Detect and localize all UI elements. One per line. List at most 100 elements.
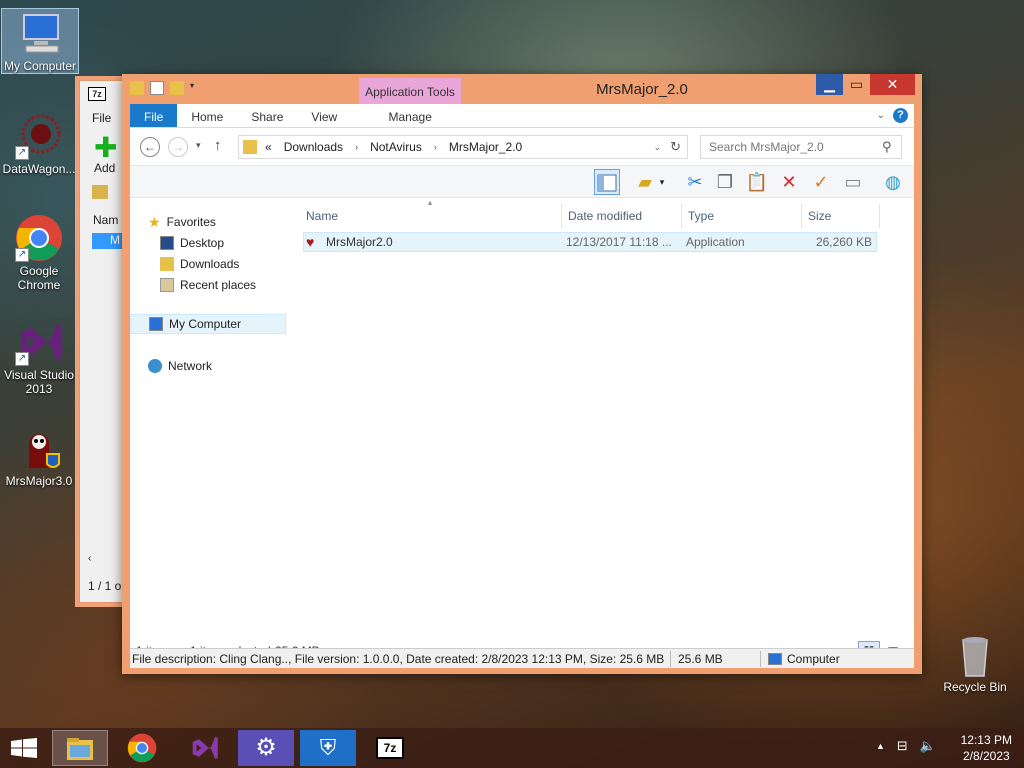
- gear-icon: ⚙: [255, 734, 277, 761]
- breadcrumb-notavirus[interactable]: NotAvirus: [370, 140, 422, 154]
- file-name: MrsMajor2.0: [326, 235, 393, 249]
- taskbar-7zip[interactable]: 7z: [362, 730, 418, 766]
- chevron-up-icon[interactable]: ▲: [876, 741, 885, 754]
- search-icon[interactable]: ⚲: [882, 139, 892, 155]
- desktop-icon-visual-studio[interactable]: ↗ Visual Studio 2013: [0, 318, 78, 396]
- column-header-type[interactable]: Type: [682, 204, 802, 228]
- desktop-icon-mrsmajor3[interactable]: MrsMajor3.0: [0, 424, 78, 488]
- address-bar[interactable]: « Downloads › NotAvirus › MrsMajor_2.0 ⌄…: [238, 135, 688, 159]
- desktop-icon-label: Visual Studio 2013: [4, 368, 74, 396]
- title-bar[interactable]: ▾ Application Tools MrsMajor_2.0 ▁ ▭ ✕: [122, 74, 922, 104]
- chevron-right-icon[interactable]: ›: [434, 142, 437, 152]
- taskbar-visual-studio[interactable]: [176, 730, 232, 766]
- info-location: Computer: [787, 652, 840, 666]
- breadcrumb-overflow[interactable]: «: [265, 140, 272, 154]
- desktop-icon: [160, 236, 174, 250]
- nav-item-favorites[interactable]: ★ Favorites: [148, 212, 216, 232]
- shortcut-arrow-icon: ↗: [15, 352, 29, 366]
- nav-item-desktop[interactable]: Desktop: [160, 233, 224, 253]
- column-header-date[interactable]: Date modified: [562, 204, 682, 228]
- taskbar-chrome[interactable]: [114, 730, 170, 766]
- nav-label: Network: [168, 359, 213, 373]
- refresh-icon[interactable]: ↻: [670, 139, 681, 155]
- tab-file[interactable]: File: [130, 104, 178, 127]
- tab-home[interactable]: Home: [177, 104, 237, 127]
- taskbar-file-explorer[interactable]: [52, 730, 108, 766]
- explorer-window[interactable]: ▾ Application Tools MrsMajor_2.0 ▁ ▭ ✕ F…: [122, 74, 922, 674]
- 7zip-title-icon: 7z: [88, 87, 106, 101]
- expand-ribbon-icon[interactable]: ⌄: [877, 110, 885, 121]
- info-size: 25.6 MB: [678, 652, 723, 666]
- chevron-right-icon[interactable]: ›: [355, 142, 358, 152]
- tab-share[interactable]: Share: [237, 104, 297, 127]
- nav-item-network[interactable]: Network: [148, 356, 212, 376]
- volume-icon[interactable]: 🔈: [920, 738, 936, 754]
- globe-icon[interactable]: ◍: [880, 169, 906, 195]
- taskbar-defender[interactable]: ⛨: [300, 730, 356, 766]
- recent-locations-icon[interactable]: ▾: [196, 140, 201, 151]
- up-folder-icon[interactable]: [92, 185, 108, 199]
- column-header-name[interactable]: Name: [300, 204, 562, 228]
- taskbar-settings[interactable]: ⚙: [238, 730, 294, 766]
- close-button[interactable]: ✕: [870, 74, 915, 95]
- 7zip-hscroll-left[interactable]: ‹: [88, 553, 102, 569]
- file-size: 26,260 KB: [815, 235, 872, 249]
- tab-manage[interactable]: Manage: [359, 104, 462, 127]
- desktop-icon-label: Google Chrome: [17, 264, 61, 292]
- breadcrumb-mrsmajor[interactable]: MrsMajor_2.0: [449, 140, 522, 154]
- search-input[interactable]: Search MrsMajor_2.0: [700, 135, 902, 159]
- nav-label: Downloads: [180, 257, 240, 271]
- cut-icon[interactable]: ✂: [682, 169, 708, 195]
- desktop-icon-datawagon[interactable]: ↗ DataWagon...: [0, 112, 78, 176]
- network-icon[interactable]: ⊟: [897, 738, 908, 754]
- desktop-icon-google-chrome[interactable]: ↗ Google Chrome: [0, 214, 78, 292]
- info-bar: File description: Cling Clang.., File ve…: [130, 648, 914, 668]
- shortcut-arrow-icon: ↗: [15, 146, 29, 160]
- folder-icon: [243, 140, 257, 154]
- 7zip-icon: 7z: [376, 737, 404, 759]
- chevron-down-icon[interactable]: ▾: [656, 169, 668, 195]
- address-dropdown-icon[interactable]: ⌄: [653, 142, 661, 153]
- table-row[interactable]: ♥ MrsMajor2.0 12/13/2017 11:18 ... Appli…: [303, 232, 877, 252]
- forward-button[interactable]: →: [168, 137, 188, 157]
- nav-item-my-computer[interactable]: My Computer: [130, 314, 286, 334]
- nav-label: Desktop: [180, 236, 225, 250]
- file-type: Application: [686, 235, 745, 249]
- paste-icon[interactable]: 📋: [744, 169, 770, 195]
- rename-icon[interactable]: ✓: [808, 169, 834, 195]
- windows-start-icon[interactable]: [10, 738, 38, 758]
- desktop-icon-recycle-bin[interactable]: Recycle Bin: [936, 630, 1014, 694]
- 7zip-col-name[interactable]: Nam: [93, 213, 118, 227]
- column-header-size[interactable]: Size: [802, 204, 880, 228]
- downloads-folder-icon: [160, 257, 174, 271]
- help-icon[interactable]: ?: [893, 108, 908, 123]
- address-row: ← → ▾ ↑ « Downloads › NotAvirus › MrsMaj…: [130, 128, 914, 166]
- add-icon[interactable]: ✚: [94, 134, 117, 162]
- maximize-button[interactable]: ▭: [843, 74, 870, 95]
- nav-label: Favorites: [166, 215, 216, 229]
- back-button[interactable]: ←: [140, 137, 160, 157]
- up-button[interactable]: ↑: [214, 137, 222, 154]
- copy-icon[interactable]: ❐: [712, 169, 738, 195]
- 7zip-status: 1 / 1 o: [88, 579, 122, 593]
- details-pane-icon[interactable]: [594, 169, 620, 195]
- desktop-icon-label: DataWagon...: [2, 162, 76, 176]
- clock[interactable]: 12:13 PM 2/8/2023: [961, 732, 1012, 764]
- file-toolbar: ▰ ▾ ✂ ❐ 📋 ✕ ✓ ▭ ◍: [130, 166, 914, 198]
- shield-icon: ⛨: [319, 735, 337, 760]
- 7zip-menu-file[interactable]: File: [92, 111, 111, 125]
- tab-view[interactable]: View: [297, 104, 351, 127]
- properties-icon[interactable]: ▭: [840, 169, 866, 195]
- window-title: MrsMajor_2.0: [596, 81, 688, 98]
- chrome-icon: [127, 733, 157, 763]
- desktop-icon-my-computer[interactable]: My Computer: [1, 8, 79, 74]
- folder-check-icon[interactable]: ▰: [632, 169, 658, 195]
- divider: [760, 651, 761, 667]
- nav-item-recent-places[interactable]: Recent places: [160, 275, 256, 295]
- breadcrumb-downloads[interactable]: Downloads: [284, 140, 343, 154]
- desktop-icon-label: My Computer: [3, 59, 77, 73]
- minimize-button[interactable]: ▁: [816, 74, 843, 95]
- delete-icon[interactable]: ✕: [776, 169, 802, 195]
- desktop-icon-label: Recycle Bin: [943, 680, 1007, 694]
- nav-item-downloads[interactable]: Downloads: [160, 254, 239, 274]
